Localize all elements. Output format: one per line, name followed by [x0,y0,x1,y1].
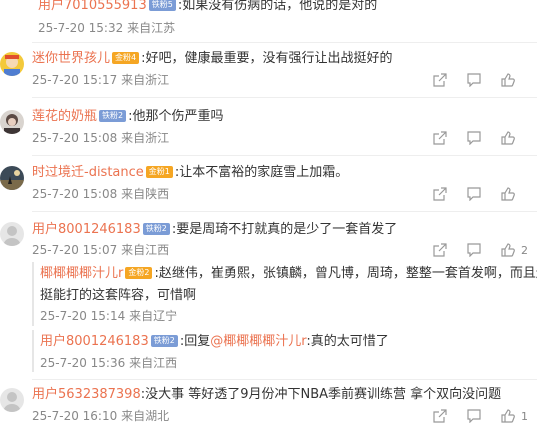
avatar[interactable] [0,110,24,134]
comment-location: 来自浙江 [121,131,170,145]
comment-time: 25-7-20 15:32 [38,21,124,35]
comment-username[interactable]: 时过境迁-distance [32,165,144,180]
like-icon[interactable] [497,186,519,202]
share-icon[interactable] [429,408,451,424]
comment-item: 用户7010555913 铁粉5:如果没有伤病的话，他说的是对的 25-7-20 … [0,0,537,43]
reply-time: 25-7-20 15:14 [40,309,126,323]
reply-prefix: :回复 [179,334,211,349]
reply-location: 来自辽宁 [129,309,178,323]
reply-username[interactable]: 用户8001246183 [40,334,149,349]
reply-text: 挺能打的这套阵容，可惜啊 [40,288,197,303]
comment-icon[interactable] [463,130,485,146]
reply-text: :赵继伟，崔勇熙，张镇麟，曾凡博，周琦，整整一套首发啊，而且还 [154,266,537,281]
comment-item: 用户5632387398:没大事 等好透了9月份冲下NBA季前赛训练营 拿个双向… [0,380,537,431]
fan-badge: 金粉4 [112,52,140,64]
comment-time: 25-7-20 15:08 [32,131,118,145]
comment-text: :好吧，健康最重要，没有强行让出战挺好的 [141,51,393,66]
fan-badge: 铁粉5 [148,0,176,11]
comment-item: 时过境迁-distance 金粉1:让本不富裕的家庭雪上加霜。 25-7-20 1… [0,156,537,212]
comment-text-line: 用户5632387398:没大事 等好透了9月份冲下NBA季前赛训练营 拿个双向… [32,386,501,404]
comment-item: 迷你世界孩儿 金粉4:好吧，健康最重要，没有强行让出战挺好的 25-7-20 15… [0,44,537,100]
avatar[interactable] [0,166,24,190]
fan-badge: 铁粉2 [142,223,170,235]
like-count: 1 [521,409,528,423]
comment-text-line: 用户8001246183 铁粉2:要是周琦不打就真的是少了一套首发了 [32,221,397,239]
comment-text: :没大事 等好透了9月份冲下NBA季前赛训练营 拿个双向没问题 [140,387,502,402]
comment-username[interactable]: 用户8001246183 [32,222,141,237]
like-icon[interactable] [497,408,519,424]
comment-actions: 2 [417,242,529,258]
avatar[interactable] [0,388,24,412]
comment-time: 25-7-20 15:08 [32,187,118,201]
like-icon[interactable] [497,130,519,146]
comment-icon[interactable] [463,186,485,202]
comment-time: 25-7-20 15:17 [32,73,118,87]
comment-username[interactable]: 迷你世界孩儿 [32,51,110,66]
comment-username[interactable]: 用户7010555913 [38,0,147,13]
like-icon[interactable] [497,72,519,88]
comment-meta: 25-7-20 16:10 来自湖北 [32,408,169,424]
comment-meta: 25-7-20 15:07 来自江西 [32,242,169,258]
comment-meta: 25-7-20 15:08 来自浙江 [32,130,169,146]
comment-icon[interactable] [463,408,485,424]
like-count: 2 [521,243,528,257]
comment-item: 莲花的奶瓶 铁粉2:他那个伤严重吗 25-7-20 15:08 来自浙江 [0,100,537,156]
comment-actions [417,72,529,88]
share-icon[interactable] [429,186,451,202]
divider [32,97,537,98]
comment-location: 来自江西 [121,243,170,257]
reply-text-line: 用户8001246183 铁粉2:回复@椰椰椰椰汁儿r:真的太可惜了 [40,333,389,351]
comment-text-line: 用户7010555913 铁粉5:如果没有伤病的话，他说的是对的 [38,0,377,15]
comment-text: :如果没有伤病的话，他说的是对的 [177,0,378,13]
reply-text: :真的太可惜了 [306,334,389,349]
reply-time: 25-7-20 15:36 [40,356,126,370]
comment-actions: 1 [417,408,529,424]
avatar[interactable] [0,52,24,76]
share-icon[interactable] [429,130,451,146]
fan-badge: 金粉2 [125,267,153,279]
comment-text: :他那个伤严重吗 [128,109,224,124]
comment-time: 25-7-20 16:10 [32,409,118,423]
reply-text-line: 椰椰椰椰汁儿r 金粉2:赵继伟，崔勇熙，张镇麟，曾凡博，周琦，整整一套首发啊，而且… [40,265,537,283]
like-icon[interactable] [497,242,519,258]
comment-actions [417,130,529,146]
fan-badge: 铁粉2 [99,110,127,122]
comment-icon[interactable] [463,72,485,88]
comment-text: :让本不富裕的家庭雪上加霜。 [174,165,349,180]
share-icon[interactable] [429,242,451,258]
reply-meta: 25-7-20 15:36 来自江西 [40,355,177,371]
reply-text-line-2: 挺能打的这套阵容，可惜啊 [40,287,196,305]
comment-text-line: 迷你世界孩儿 金粉4:好吧，健康最重要，没有强行让出战挺好的 [32,50,393,68]
comment-icon[interactable] [463,242,485,258]
comment-location: 来自湖北 [121,409,170,423]
comment-actions [417,186,529,202]
comment-text-line: 时过境迁-distance 金粉1:让本不富裕的家庭雪上加霜。 [32,164,348,182]
comment-location: 来自陕西 [121,187,170,201]
comment-text-line: 莲花的奶瓶 铁粉2:他那个伤严重吗 [32,108,224,126]
comment-location: 来自浙江 [121,73,170,87]
comment-username[interactable]: 用户5632387398 [32,387,141,402]
reply-indent-line [32,262,34,326]
reply-mention-link[interactable]: @椰椰椰椰汁儿r [210,334,306,349]
reply-username[interactable]: 椰椰椰椰汁儿r [40,266,123,281]
comment-meta: 25-7-20 15:32 来自江苏 [38,20,175,36]
comment-username[interactable]: 莲花的奶瓶 [32,109,97,124]
comment-item: 用户8001246183 铁粉2:要是周琦不打就真的是少了一套首发了 25-7-2… [0,212,537,380]
reply-location: 来自江西 [129,356,178,370]
comment-meta: 25-7-20 15:08 来自陕西 [32,186,169,202]
reply-meta: 25-7-20 15:14 来自辽宁 [40,308,177,324]
comment-location: 来自江苏 [127,21,176,35]
fan-badge: 金粉1 [145,166,173,178]
comment-time: 25-7-20 15:07 [32,243,118,257]
comment-text: :要是周琦不打就真的是少了一套首发了 [171,222,398,237]
comment-meta: 25-7-20 15:17 来自浙江 [32,72,169,88]
divider [32,42,537,43]
share-icon[interactable] [429,72,451,88]
fan-badge: 铁粉2 [150,335,178,347]
reply-indent-line [32,330,34,372]
avatar[interactable] [0,222,24,246]
